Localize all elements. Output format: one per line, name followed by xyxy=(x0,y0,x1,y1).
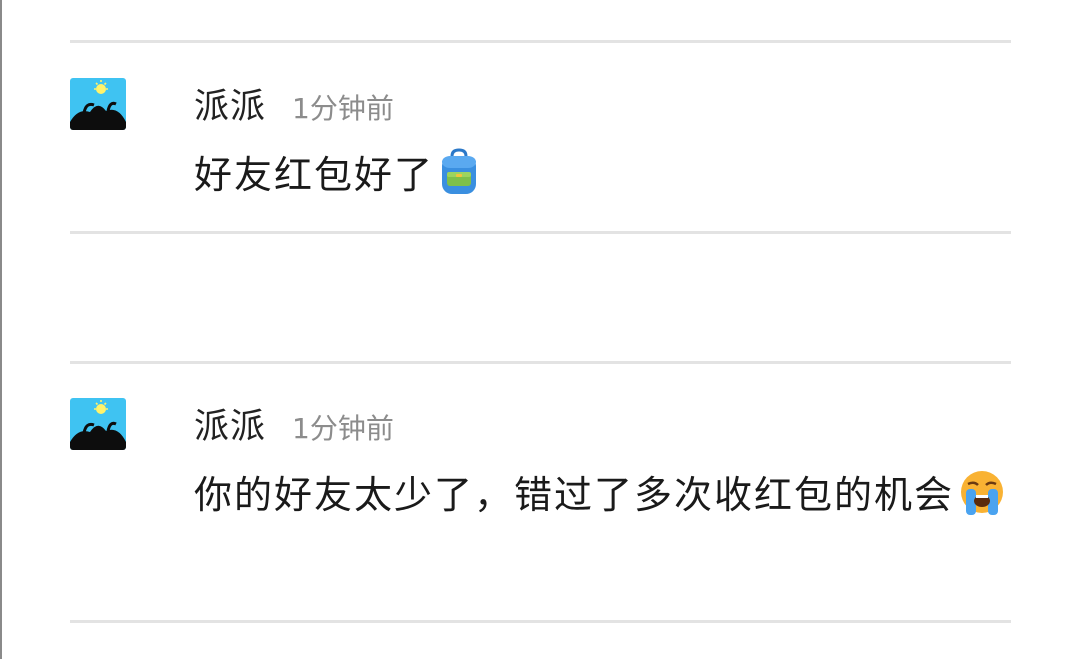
username[interactable]: 派派 xyxy=(194,398,266,449)
comment-text-content: 你的好友太少了，错过了多次收红包的机会 xyxy=(194,473,955,517)
user-avatar[interactable] xyxy=(70,78,126,130)
comment-text: 好友红包好了 xyxy=(194,142,1014,208)
avatar-image xyxy=(70,398,126,450)
timestamp: 1分钟前 xyxy=(292,412,394,445)
avatar-image xyxy=(70,78,126,130)
username[interactable]: 派派 xyxy=(194,78,266,129)
comment-meta: 派派 1分钟前 xyxy=(194,78,394,130)
comment-text-content: 好友红包好了 xyxy=(194,153,435,197)
left-edge-line xyxy=(0,0,2,659)
divider xyxy=(70,361,1011,364)
comment-text: 你的好友太少了，错过了多次收红包的机会 xyxy=(194,462,1014,528)
comment-meta: 派派 1分钟前 xyxy=(194,398,394,450)
divider xyxy=(70,40,1011,43)
divider xyxy=(70,620,1011,623)
timestamp: 1分钟前 xyxy=(292,92,394,125)
backpack-icon xyxy=(438,148,480,196)
user-avatar[interactable] xyxy=(70,398,126,450)
loudly-crying-face-icon xyxy=(958,468,1006,516)
divider xyxy=(70,231,1011,234)
